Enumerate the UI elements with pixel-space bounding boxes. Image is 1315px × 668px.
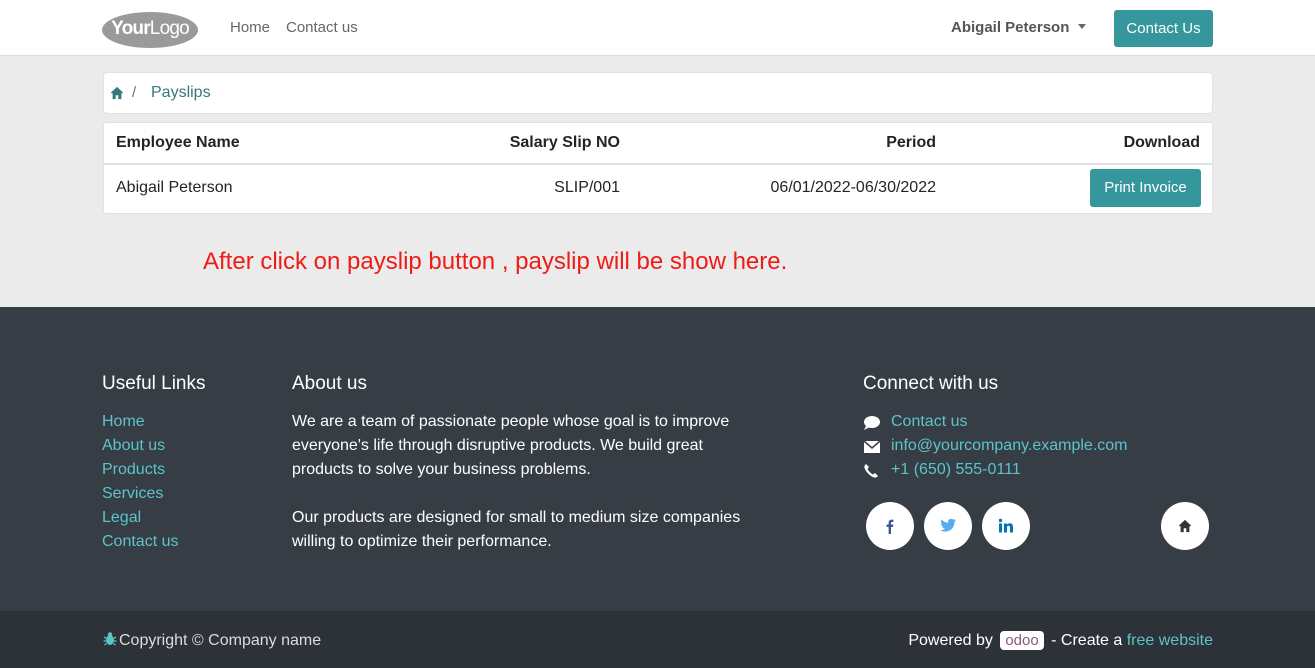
comment-icon: [864, 416, 880, 430]
free-website-link[interactable]: free website: [1127, 632, 1213, 649]
contact-link[interactable]: Contact us: [891, 413, 967, 431]
cell-slip-no: SLIP/001: [554, 179, 620, 196]
breadcrumb-current: Payslips: [151, 84, 211, 101]
cell-period: 06/01/2022-06/30/2022: [770, 179, 936, 196]
caret-down-icon: [1078, 24, 1087, 29]
home-button[interactable]: [1161, 502, 1209, 550]
twitter-icon: [940, 519, 956, 532]
powered-by-label: Powered by: [908, 632, 993, 649]
col-salary-slip-no: Salary Slip NO: [509, 134, 620, 151]
footer-link-contact[interactable]: Contact us: [102, 533, 178, 551]
phone-link[interactable]: +1 (650) 555-0111: [891, 461, 1021, 479]
useful-links-title: Useful Links: [102, 373, 206, 394]
bug-icon: [103, 632, 117, 646]
odoo-logo[interactable]: odoo: [1000, 631, 1044, 650]
twitter-button[interactable]: [924, 502, 972, 550]
nav-home-link[interactable]: Home: [230, 19, 270, 36]
company-logo[interactable]: YourLogo: [102, 12, 198, 48]
user-name: Abigail Peterson: [951, 19, 1070, 36]
footer-link-legal[interactable]: Legal: [102, 509, 141, 527]
copyright-notice: Copyright © Company name: [103, 631, 321, 650]
linkedin-icon: [998, 518, 1013, 533]
print-invoice-button[interactable]: Print Invoice: [1090, 169, 1201, 207]
col-download: Download: [1123, 134, 1200, 151]
about-title: About us: [292, 373, 367, 394]
about-paragraph-1: We are a team of passionate people whose…: [292, 413, 730, 478]
contact-us-button[interactable]: Contact Us: [1114, 10, 1213, 47]
about-paragraph-2: Our products are designed for small to m…: [292, 509, 741, 550]
logo-text: YourLogo: [111, 18, 190, 39]
col-employee-name: Employee Name: [116, 134, 240, 151]
footer-link-home[interactable]: Home: [102, 413, 145, 431]
powered-by: Powered by odoo - Create a free website: [908, 631, 1213, 650]
footer: Useful Links Home About us Products Serv…: [0, 307, 1315, 611]
footer-link-about[interactable]: About us: [102, 437, 165, 455]
col-period: Period: [886, 134, 936, 151]
facebook-icon: [886, 519, 894, 534]
breadcrumb: / Payslips: [103, 72, 1213, 114]
cell-employee: Abigail Peterson: [116, 179, 233, 196]
create-label: - Create a: [1051, 632, 1123, 649]
nav-contact-link[interactable]: Contact us: [286, 19, 358, 36]
home-icon[interactable]: [110, 86, 124, 100]
top-navbar: YourLogo Home Contact us Abigail Peterso…: [0, 0, 1315, 56]
linkedin-button[interactable]: [982, 502, 1030, 550]
breadcrumb-separator: /: [132, 84, 137, 101]
payslips-table: Employee Name Salary Slip NO Period Down…: [103, 122, 1213, 214]
table-header: Employee Name Salary Slip NO Period Down…: [104, 123, 1212, 165]
copyright-text: Copyright © Company name: [119, 632, 322, 649]
user-menu[interactable]: Abigail Peterson: [951, 19, 1087, 36]
phone-icon: [864, 464, 878, 478]
envelope-icon: [863, 440, 881, 453]
payslip-note: After click on payslip button , payslip …: [203, 248, 788, 275]
footer-link-products[interactable]: Products: [102, 461, 165, 479]
footer-link-services[interactable]: Services: [102, 485, 163, 503]
email-link[interactable]: info@yourcompany.example.com: [891, 437, 1128, 455]
facebook-button[interactable]: [866, 502, 914, 550]
copyright-bar: Copyright © Company name Powered by odoo…: [0, 611, 1315, 668]
connect-title: Connect with us: [863, 373, 999, 394]
home-icon: [1178, 519, 1192, 533]
